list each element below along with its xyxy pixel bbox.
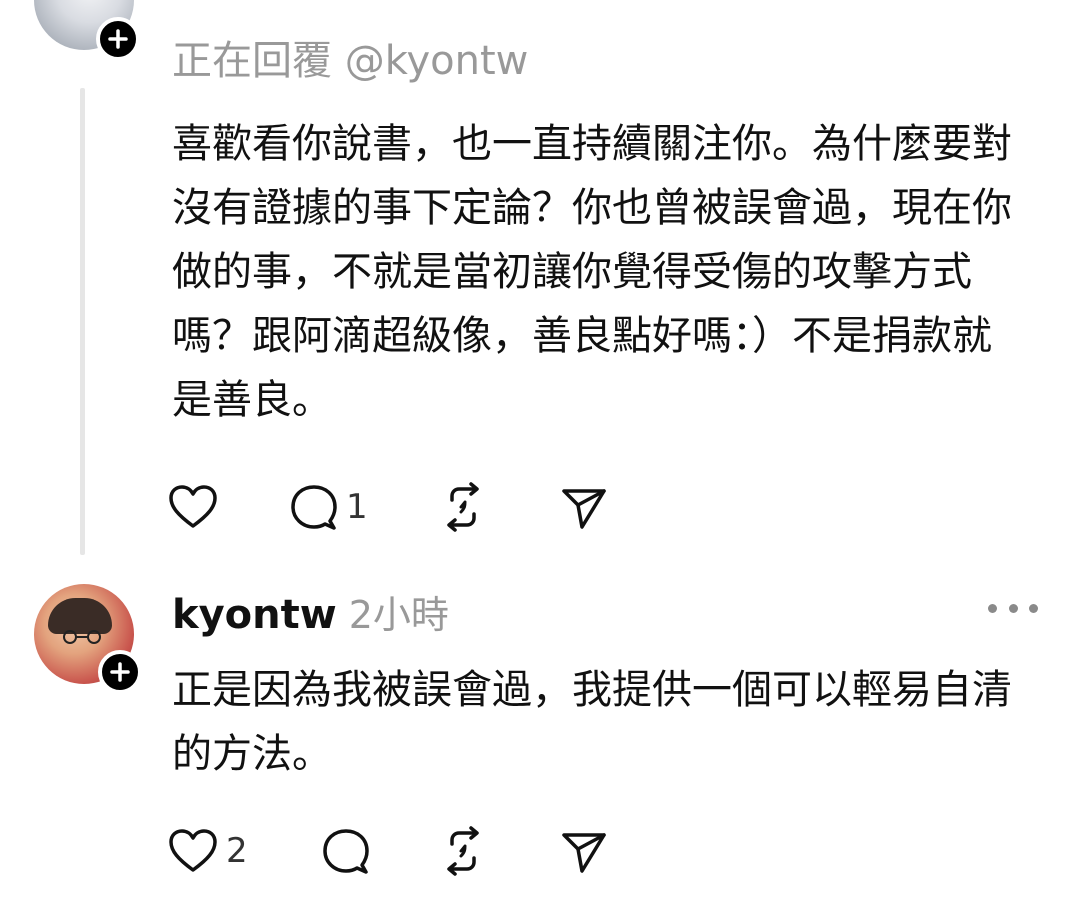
paper-plane-icon: [562, 833, 606, 873]
author-name[interactable]: kyontw: [172, 592, 337, 638]
paper-plane-icon: [562, 489, 606, 529]
repost-button[interactable]: [438, 479, 488, 535]
plus-icon: [110, 662, 130, 682]
comment-bubble-icon: [323, 829, 369, 874]
follow-button[interactable]: [96, 17, 140, 61]
post-text: 正是因為我被誤會過，我提供一個可以輕易自清的方法。: [172, 667, 1012, 777]
plus-icon: [108, 29, 128, 49]
heart-icon: [169, 829, 217, 872]
comment-button[interactable]: [322, 823, 370, 879]
avatar-hair: [48, 598, 112, 634]
share-button[interactable]: [560, 823, 608, 879]
repost-button[interactable]: [438, 823, 488, 879]
heart-icon: [169, 485, 217, 528]
thread-line: [80, 88, 85, 555]
comment-button[interactable]: 1: [290, 479, 368, 535]
more-dots-icon: [988, 603, 997, 613]
more-options-button[interactable]: [988, 596, 1038, 620]
post-time: 2小時: [348, 593, 449, 637]
post-text: 喜歡看你說書，也一直持續關注你。為什麼要對沒有證據的事下定論？你也曾被誤會過，現…: [172, 121, 1012, 423]
share-button[interactable]: [560, 479, 608, 535]
repost-icon: [447, 482, 479, 532]
comment-count: 1: [346, 487, 368, 527]
follow-button[interactable]: [98, 650, 142, 694]
like-button[interactable]: 2: [168, 823, 248, 879]
more-dots-icon: [1029, 603, 1038, 613]
like-count: 2: [226, 831, 248, 871]
more-dots-icon: [1008, 603, 1018, 613]
glasses-icon: [63, 630, 101, 644]
repost-icon: [447, 826, 479, 876]
post-header: kyontw 2小時: [172, 584, 449, 640]
comment-bubble-icon: [291, 485, 337, 530]
like-button[interactable]: [168, 479, 218, 535]
replying-to-label[interactable]: 正在回覆 @kyontw: [172, 28, 528, 86]
